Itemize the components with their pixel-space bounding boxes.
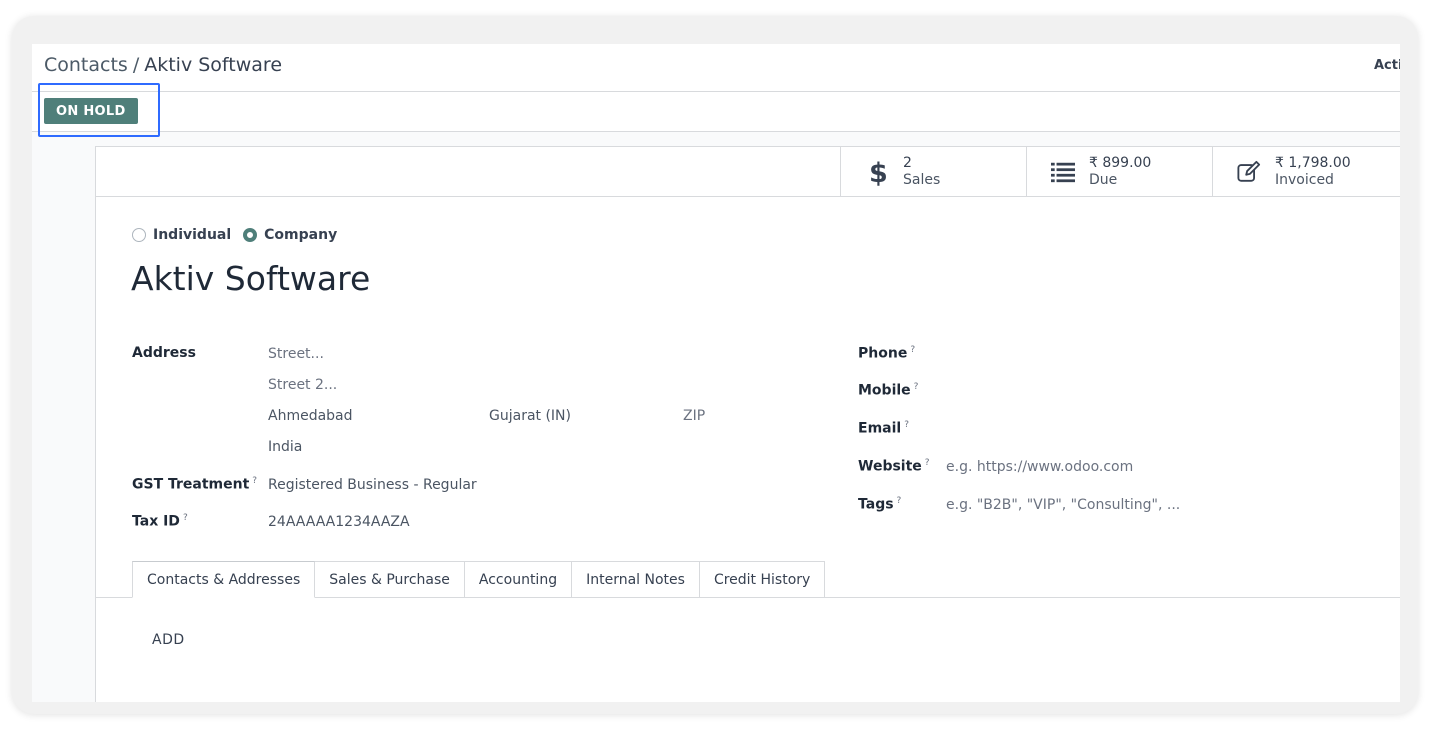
on-hold-button[interactable]: ON HOLD [44,98,138,124]
gst-treatment-label: GST Treatment? [132,476,258,493]
website-input[interactable]: e.g. https://www.odoo.com [946,459,1133,475]
tab-accounting[interactable]: Accounting [464,561,573,598]
gst-treatment-select[interactable]: Registered Business - Regular [268,477,477,493]
breadcrumb-separator: / [132,54,140,76]
list-icon [1051,159,1075,185]
tab-sales-purchase[interactable]: Sales & Purchase [315,561,465,598]
company-label: Company [264,227,338,243]
company-type-selector: Individual Company [132,227,341,243]
breadcrumb-current: Aktiv Software [144,54,283,76]
tab-credit-history[interactable]: Credit History [699,561,826,598]
individual-radio[interactable] [132,228,146,242]
due-label: Due [1089,171,1118,188]
invoiced-amount: ₹ 1,798.00 [1275,154,1351,171]
window-frame: Contacts/Aktiv Software Action ON HOLD $… [12,16,1418,714]
notebook-tabs: Contacts & Addresses Sales & Purchase Ac… [132,561,826,598]
individual-label: Individual [153,227,232,243]
website-label: Website? [858,458,930,475]
zip-input[interactable]: ZIP [683,408,705,424]
due-smart-button[interactable]: ₹ 899.00 Due [1026,147,1212,196]
action-menu-label: Action [1374,58,1400,73]
tab-internal-notes[interactable]: Internal Notes [572,561,700,598]
smart-button-box: $ 2 Sales ₹ 899.00 Due ₹ 1,798.00 Invoic… [96,147,1400,197]
svg-text:$: $ [869,158,887,186]
help-tooltip-icon[interactable]: ? [914,382,919,392]
address-label: Address [132,345,196,361]
email-label: Email? [858,420,909,437]
partner-name-field[interactable]: Aktiv Software [131,259,370,298]
tab-contacts-addresses[interactable]: Contacts & Addresses [132,561,316,598]
action-menu-button[interactable]: Action [1372,58,1400,73]
help-tooltip-icon[interactable]: ? [183,513,188,523]
app-container: Contacts/Aktiv Software Action ON HOLD $… [32,44,1400,702]
country-select[interactable]: India [268,439,302,455]
breadcrumb: Contacts / Aktiv Software [44,54,282,76]
city-input[interactable]: Ahmedabad [268,408,353,424]
help-tooltip-icon[interactable]: ? [925,458,930,468]
street-input[interactable]: Street... [268,346,324,362]
tags-input[interactable]: e.g. "B2B", "VIP", "Consulting", ... [946,497,1180,513]
breadcrumb-contacts-link[interactable]: Contacts [44,54,128,76]
tags-label: Tags? [858,496,902,513]
sales-label: Sales [903,171,941,188]
street2-input[interactable]: Street 2... [268,377,337,393]
individual-option[interactable]: Individual [132,227,231,243]
dollar-icon: $ [865,158,889,186]
due-amount: ₹ 899.00 [1089,154,1152,171]
tax-id-input[interactable]: 24AAAAA1234AAZA [268,514,410,530]
invoiced-label: Invoiced [1275,171,1334,188]
edit-icon [1237,159,1261,185]
sales-smart-button[interactable]: $ 2 Sales [840,147,1026,196]
tax-id-label: Tax ID? [132,513,188,530]
help-tooltip-icon[interactable]: ? [252,476,257,486]
mobile-label: Mobile? [858,382,919,399]
help-tooltip-icon[interactable]: ? [904,420,909,430]
form-sheet: $ 2 Sales ₹ 899.00 Due ₹ 1,798.00 Invoic… [95,146,1400,702]
phone-label: Phone? [858,345,916,362]
state-select[interactable]: Gujarat (IN) [489,408,571,424]
company-radio[interactable] [243,228,258,242]
invoiced-smart-button[interactable]: ₹ 1,798.00 Invoiced [1212,147,1400,196]
sales-count: 2 [903,154,912,171]
help-tooltip-icon[interactable]: ? [897,496,902,506]
help-tooltip-icon[interactable]: ? [910,345,915,355]
statusbar: ON HOLD [32,92,1400,132]
add-contact-button[interactable]: ADD [152,632,185,648]
control-panel: Contacts/Aktiv Software Action [32,44,1400,92]
company-option[interactable]: Company [243,227,337,243]
